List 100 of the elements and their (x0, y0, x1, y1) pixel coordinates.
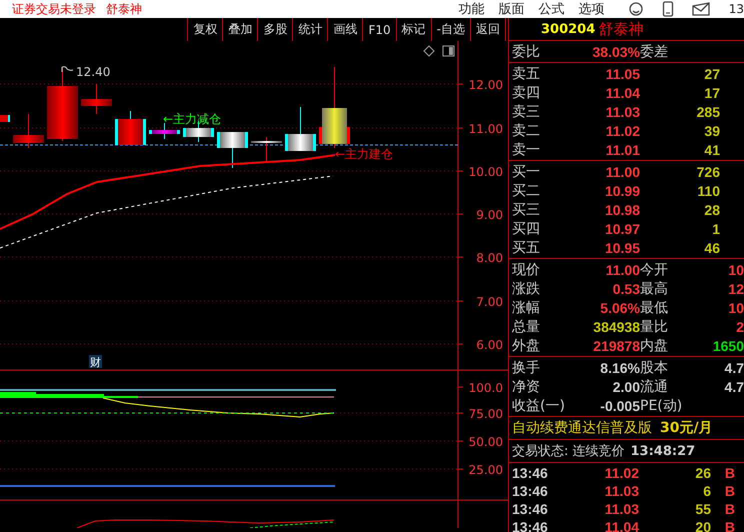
candlestick (251, 136, 282, 162)
order-volume: 285 (696, 104, 720, 120)
order-level-label: 买一 (512, 162, 541, 180)
field-value: 38.03% (592, 44, 640, 60)
candlestick (81, 84, 112, 114)
diamond-icon[interactable] (423, 45, 435, 57)
field-value: 4.7 (724, 360, 744, 376)
price-axis-label: 8.00 (476, 251, 503, 265)
order-price: 11.01 (604, 142, 640, 158)
menu-item[interactable]: 功能 (458, 0, 485, 18)
field-label: 量比 (640, 318, 669, 336)
field-label: 今开 (640, 260, 669, 278)
order-price: 10.98 (604, 202, 640, 218)
ad-price[interactable]: 30元/月 (660, 419, 713, 437)
price-axis-label: 10.00 (468, 165, 503, 179)
field-value: 4.7 (724, 378, 744, 394)
menu-item[interactable]: 公式 (538, 0, 565, 18)
order-level-label: 买三 (512, 200, 541, 218)
field-label: 换手 (512, 358, 541, 376)
order-volume: 1 (711, 220, 720, 236)
order-volume: 726 (696, 164, 720, 180)
indicator-axis-label: 50.00 (468, 435, 503, 449)
field-value: 0.53 (612, 280, 640, 296)
tick-price: 11.02 (604, 465, 639, 481)
order-volume: 46 (703, 240, 720, 256)
field-label: 涨跌 (512, 280, 541, 298)
price-axis-label: 7.00 (476, 295, 503, 309)
order-level-label: 卖五 (512, 64, 541, 82)
candlestick (115, 110, 146, 146)
price-axis-label: 11.00 (468, 122, 503, 136)
flag-icon (62, 66, 74, 72)
order-price: 11.05 (604, 66, 640, 82)
candlestick (149, 122, 180, 140)
tick-time: 13:46 (512, 465, 549, 481)
stock-code: 300204 (541, 22, 596, 36)
toolbar-button[interactable]: 返回 (470, 18, 506, 41)
menu-item[interactable]: 选项 (578, 0, 605, 18)
tick-volume: 20 (694, 519, 711, 532)
signal-annotation: ←主力建仓 (335, 147, 394, 161)
field-value: 10 (727, 262, 744, 278)
field-label: 股本 (640, 358, 669, 376)
field-label: 外盘 (512, 336, 541, 354)
panel-toggle-icon[interactable] (442, 46, 454, 56)
order-level-label: 卖二 (512, 122, 541, 140)
status-time: 13:48:27 (630, 444, 696, 458)
order-level-label: 买二 (512, 182, 541, 200)
tick-volume: 55 (694, 501, 711, 517)
order-volume: 28 (703, 202, 720, 218)
tick-side: B (724, 519, 735, 532)
field-label: 净资 (512, 378, 541, 396)
indicator-axis-label: 100.0 (468, 381, 503, 395)
order-level-label: 买四 (512, 220, 541, 238)
tick-volume: 26 (694, 465, 711, 481)
finance-badge[interactable]: 财 (89, 355, 102, 369)
field-label: 现价 (512, 260, 541, 278)
tick-time: 13:46 (512, 501, 549, 517)
login-status: 证券交易未登录 (12, 0, 96, 18)
field-label: 最低 (640, 298, 669, 316)
phone-icon[interactable] (662, 1, 674, 17)
tick-price: 11.03 (604, 483, 639, 499)
order-level-label: 买五 (512, 238, 541, 256)
order-price: 10.95 (604, 240, 640, 256)
menu-item[interactable]: 版面 (498, 0, 525, 18)
field-value: 1650 (712, 338, 744, 354)
order-volume: 27 (703, 66, 720, 82)
field-value: 2 (735, 318, 744, 334)
order-price: 10.97 (604, 220, 640, 236)
field-label: 总量 (512, 318, 541, 336)
order-level-label: 卖四 (512, 84, 541, 102)
order-volume: 39 (703, 122, 720, 138)
field-label: PE(动) (640, 396, 682, 414)
stock-name: 舒泰神 (598, 20, 644, 38)
order-volume: 110 (696, 182, 720, 198)
price-axis-label: 12.00 (468, 78, 503, 92)
tick-time: 13:46 (512, 519, 549, 532)
field-value: 8.16% (599, 360, 640, 376)
field-label: 委比 (512, 42, 541, 60)
field-value: 10 (727, 300, 744, 316)
tick-time: 13:46 (512, 483, 549, 499)
ad-text[interactable]: 自动续费通达信普及版 (512, 419, 652, 437)
candlestick (285, 106, 316, 152)
candlestick (217, 132, 248, 168)
order-price: 11.00 (604, 164, 640, 180)
price-axis-label: 6.00 (476, 338, 503, 352)
order-volume: 17 (703, 84, 720, 100)
order-price: 10.99 (604, 182, 640, 198)
field-value: 12 (727, 280, 744, 296)
field-value: 11.00 (604, 262, 640, 278)
tick-price: 11.04 (604, 519, 639, 532)
clock-text: 13 (728, 2, 744, 16)
order-price: 11.03 (604, 104, 640, 120)
order-price: 11.02 (604, 122, 640, 138)
order-level-label: 卖一 (512, 140, 541, 158)
order-price: 11.04 (604, 84, 640, 100)
field-value: 5.06% (599, 300, 640, 316)
tick-price: 11.03 (604, 501, 639, 517)
envelope-icon[interactable] (692, 2, 710, 16)
tick-volume: 6 (702, 483, 711, 499)
tick-side: B (724, 465, 735, 481)
price-axis-label: 9.00 (476, 208, 503, 222)
